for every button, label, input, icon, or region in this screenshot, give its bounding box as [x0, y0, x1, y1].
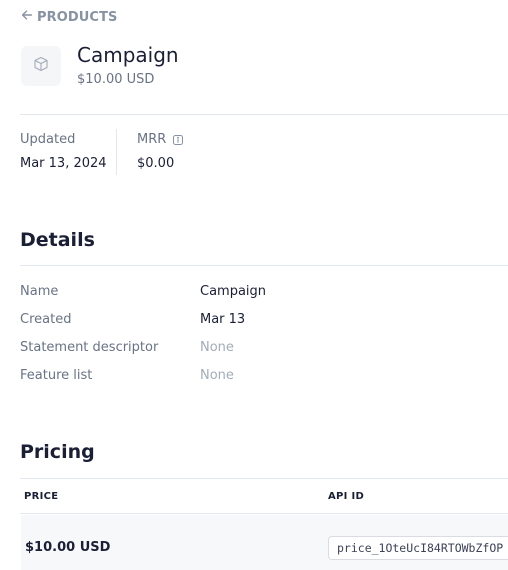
price-cell: $10.00 USD	[25, 540, 111, 555]
mrr-label: MRR	[137, 132, 167, 147]
detail-value: Mar 13	[200, 312, 246, 327]
product-image-placeholder	[21, 46, 61, 86]
details-divider	[20, 265, 508, 266]
header-divider	[20, 114, 508, 115]
detail-value: None	[200, 340, 234, 355]
updated-value: Mar 13, 2024	[20, 156, 107, 171]
column-header-api-id: API ID	[328, 491, 365, 502]
info-icon[interactable]	[172, 134, 184, 146]
product-title: Campaign	[77, 43, 179, 67]
detail-row-created: Created Mar 13	[20, 312, 245, 327]
detail-key: Feature list	[20, 368, 93, 383]
detail-row-name: Name Campaign	[20, 284, 266, 299]
arrow-left-icon	[20, 8, 34, 26]
mrr-label-group: MRR	[137, 132, 184, 147]
detail-row-statement-descriptor: Statement descriptor None	[20, 340, 234, 355]
pricing-table-row[interactable]: $10.00 USD price_1OteUcI84RTOWbZfOP	[21, 515, 508, 570]
detail-key: Created	[20, 312, 72, 327]
pricing-table-header: PRICE API ID	[20, 478, 508, 514]
detail-row-feature-list: Feature list None	[20, 368, 234, 383]
box-icon	[33, 56, 49, 76]
detail-value: None	[200, 368, 234, 383]
api-id-copy-field[interactable]: price_1OteUcI84RTOWbZfOP	[328, 536, 508, 560]
product-detail-page: PRODUCTS Campaign $10.00 USD Updated Mar…	[0, 0, 508, 570]
stats-divider	[116, 129, 117, 175]
detail-key: Name	[20, 284, 59, 299]
product-price: $10.00 USD	[77, 72, 155, 87]
details-heading: Details	[20, 229, 95, 251]
breadcrumb-products-link[interactable]: PRODUCTS	[20, 8, 118, 26]
detail-key: Statement descriptor	[20, 340, 159, 355]
mrr-value: $0.00	[137, 156, 175, 171]
detail-value: Campaign	[200, 284, 267, 299]
breadcrumb-label: PRODUCTS	[37, 9, 118, 25]
column-header-price: PRICE	[24, 491, 59, 502]
pricing-heading: Pricing	[20, 441, 95, 463]
updated-label: Updated	[20, 132, 76, 147]
